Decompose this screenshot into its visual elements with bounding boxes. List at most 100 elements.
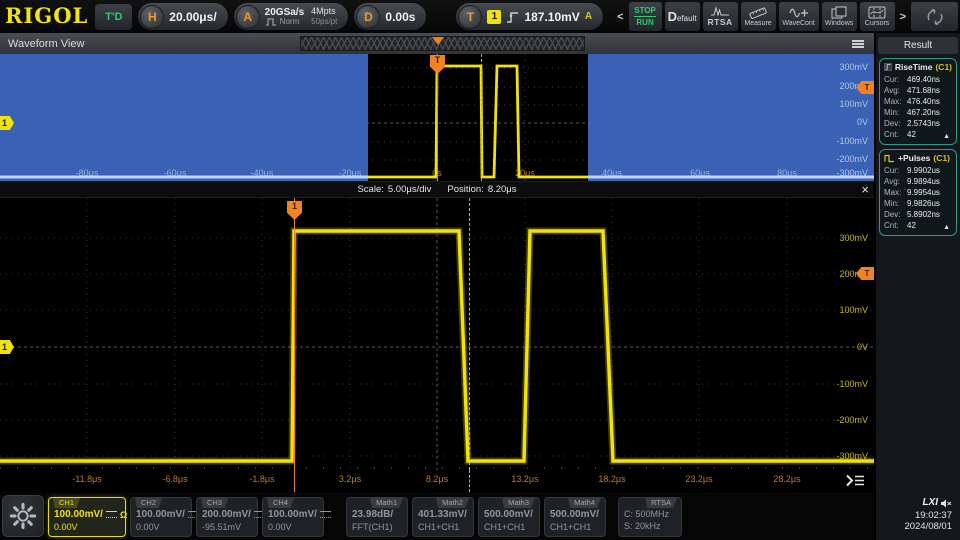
math-scale: 23.98dB/ xyxy=(352,509,393,520)
position-value: 8.20μs xyxy=(488,184,517,195)
settings-gear-button[interactable] xyxy=(2,495,44,537)
waveform-view-titlebar: Waveform View xyxy=(0,33,874,54)
math-scale: 500.00mV/ xyxy=(484,509,533,520)
system-info[interactable]: LXI 19:02:37 2024/08/01 xyxy=(876,494,960,540)
math-scale: 401.33mV/ xyxy=(418,509,467,520)
zoom-trace xyxy=(0,198,874,470)
knob-button[interactable] xyxy=(911,2,958,31)
scale-value: 5.00μs/div xyxy=(388,184,432,195)
wave-plus-icon xyxy=(789,7,809,19)
window-position-marker[interactable] xyxy=(432,37,444,45)
measure-label: Measure xyxy=(744,20,771,27)
delay-key[interactable]: D xyxy=(356,5,380,29)
rtsa-tab: RTSA xyxy=(645,498,677,508)
measurement-pulses[interactable]: +Pulses (C1) Cur:9.9902us Avg:9.9894us M… xyxy=(879,149,957,236)
wavecont-button[interactable]: WaveCont xyxy=(779,2,819,31)
rtsa-span: S: 20kHz xyxy=(624,521,681,531)
measure-button[interactable]: Measure xyxy=(741,2,776,31)
impedance: Ω xyxy=(120,510,127,520)
channel-ch2-block[interactable]: CH2 100.00mV/ 0.00V xyxy=(130,497,192,537)
acquisition-nav-strip[interactable] xyxy=(300,36,585,51)
channel-tab: CH3 xyxy=(201,498,228,508)
trigger-menu-button[interactable]: T 1 187.10mV A xyxy=(456,3,603,30)
scale-label: Scale: xyxy=(357,184,383,195)
rotate-arrows-icon xyxy=(923,7,947,27)
math4-block[interactable]: Math4 500.00mV/ CH1+CH1 xyxy=(544,497,606,537)
measurement-name: RiseTime xyxy=(895,62,933,72)
horizontal-key[interactable]: H xyxy=(140,5,164,29)
rtsa-block[interactable]: RTSA C: 500MHz S: 20kHz xyxy=(618,497,682,537)
trigger-key[interactable]: T xyxy=(458,5,482,29)
zoom-plot[interactable]: 300mV 200mV 100mV 0V -100mV -200mV -300m… xyxy=(0,198,874,470)
cursors-icon xyxy=(868,6,886,19)
system-time: 19:02:37 xyxy=(876,510,952,522)
zoom-time-axis: -11.8μs -6.8μs -1.8μs 3.2μs 8.2μs 13.2μs… xyxy=(0,470,874,492)
toolbar-scroll-left-icon[interactable]: < xyxy=(615,11,625,23)
channel-ch4-block[interactable]: CH4 100.00mV/ 0.00V xyxy=(262,497,324,537)
zoom-time-label: 13.2μs xyxy=(500,474,550,484)
delay-menu-button[interactable]: D 0.00s xyxy=(354,3,426,30)
acquire-key[interactable]: A xyxy=(236,5,260,29)
run-label: RUN xyxy=(636,18,653,27)
channel-offset: 0.00V xyxy=(54,522,125,532)
horizontal-menu-button[interactable]: H 20.00μs/ xyxy=(138,3,227,30)
zoom-time-label: -1.8μs xyxy=(237,474,287,484)
default-label: Default xyxy=(668,9,697,24)
measurement-name: +Pulses xyxy=(898,153,930,163)
channel-ch3-block[interactable]: CH3 200.00mV/ Ω -95.51mV xyxy=(196,497,258,537)
channel-tab: CH4 xyxy=(267,498,294,508)
measurement-row: Min:9.9826us xyxy=(884,198,952,209)
channel-scale: 200.00mV/ xyxy=(202,509,251,520)
zoom-time-label: -11.8μs xyxy=(62,474,112,484)
channel-offset: 0.00V xyxy=(268,522,323,532)
position-label: Position: xyxy=(447,184,483,195)
close-zoom-icon[interactable]: × xyxy=(861,182,869,198)
run-stop-button[interactable]: STOP RUN xyxy=(629,2,662,31)
rigol-logo: RIGOL xyxy=(3,3,92,30)
stop-label: STOP xyxy=(634,6,656,17)
windows-icon xyxy=(831,6,847,19)
timebase-value: 20.00μs/ xyxy=(169,10,216,24)
measurement-source: (C1) xyxy=(935,62,952,72)
measurement-row: Cur:9.9902us xyxy=(884,165,952,176)
bottom-bar: CH1 100.00mV/ Ω 0.00V CH2 100.00mV/ 0.00… xyxy=(0,492,874,540)
lxi-logo: LXI xyxy=(922,497,938,510)
channel-ch1-block[interactable]: CH1 100.00mV/ Ω 0.00V xyxy=(48,497,126,537)
collapse-icon[interactable]: ▲ xyxy=(943,133,950,140)
rising-edge-icon xyxy=(506,10,519,24)
channel-tab: CH2 xyxy=(135,498,162,508)
memory-depth: 4Mpts xyxy=(311,6,337,17)
windows-label: Windows xyxy=(825,20,853,27)
math-tab: Math3 xyxy=(502,498,535,508)
cursors-button[interactable]: Cursors xyxy=(860,2,895,31)
result-panel: Result RiseTime (C1) Cur:469.40ns Avg:47… xyxy=(876,33,960,494)
toolbar-scroll-right-icon[interactable]: > xyxy=(898,11,908,23)
collapse-icon[interactable]: ▲ xyxy=(943,224,950,231)
measurement-row: Cnt:42 xyxy=(884,220,952,231)
rtsa-center-freq: C: 500MHz xyxy=(624,509,669,519)
measurement-risetime[interactable]: RiseTime (C1) Cur:469.40ns Avg:471.68ns … xyxy=(879,58,957,145)
sample-rate: 20GSa/s xyxy=(265,7,304,18)
dc-coupling-icon xyxy=(106,511,117,518)
math-expression: CH1+CH1 xyxy=(418,522,473,532)
zoom-menu-icon[interactable] xyxy=(845,473,867,493)
wavecont-label: WaveCont xyxy=(782,20,814,27)
acquire-mode: Norm xyxy=(280,18,300,27)
cursors-label: Cursors xyxy=(865,20,890,27)
measurement-row: Avg:471.68ns xyxy=(884,85,952,96)
zoom-time-label: -6.8μs xyxy=(150,474,200,484)
norm-pulse-icon xyxy=(265,18,277,26)
windows-button[interactable]: Windows xyxy=(822,2,857,31)
math3-block[interactable]: Math3 500.00mV/ CH1+CH1 xyxy=(478,497,540,537)
math-tab: Math1 xyxy=(370,498,403,508)
overview-plot[interactable]: 300mV 200mV 100mV 0V -100mV -200mV -300m… xyxy=(0,54,874,181)
menu-icon[interactable] xyxy=(852,40,864,48)
acquire-menu-button[interactable]: A 20GSa/s Norm 4Mpts 50ps/pt xyxy=(234,3,349,30)
measurement-row: Max:476.40ns xyxy=(884,96,952,107)
rtsa-button[interactable]: RTSA xyxy=(703,2,738,31)
math1-block[interactable]: Math1 23.98dB/ FFT(CH1) xyxy=(346,497,408,537)
system-date: 2024/08/01 xyxy=(876,521,952,533)
header: RIGOL T'D H 20.00μs/ A 20GSa/s Norm 4Mpt… xyxy=(0,0,960,33)
default-button[interactable]: Default xyxy=(665,2,700,31)
math2-block[interactable]: Math2 401.33mV/ CH1+CH1 xyxy=(412,497,474,537)
